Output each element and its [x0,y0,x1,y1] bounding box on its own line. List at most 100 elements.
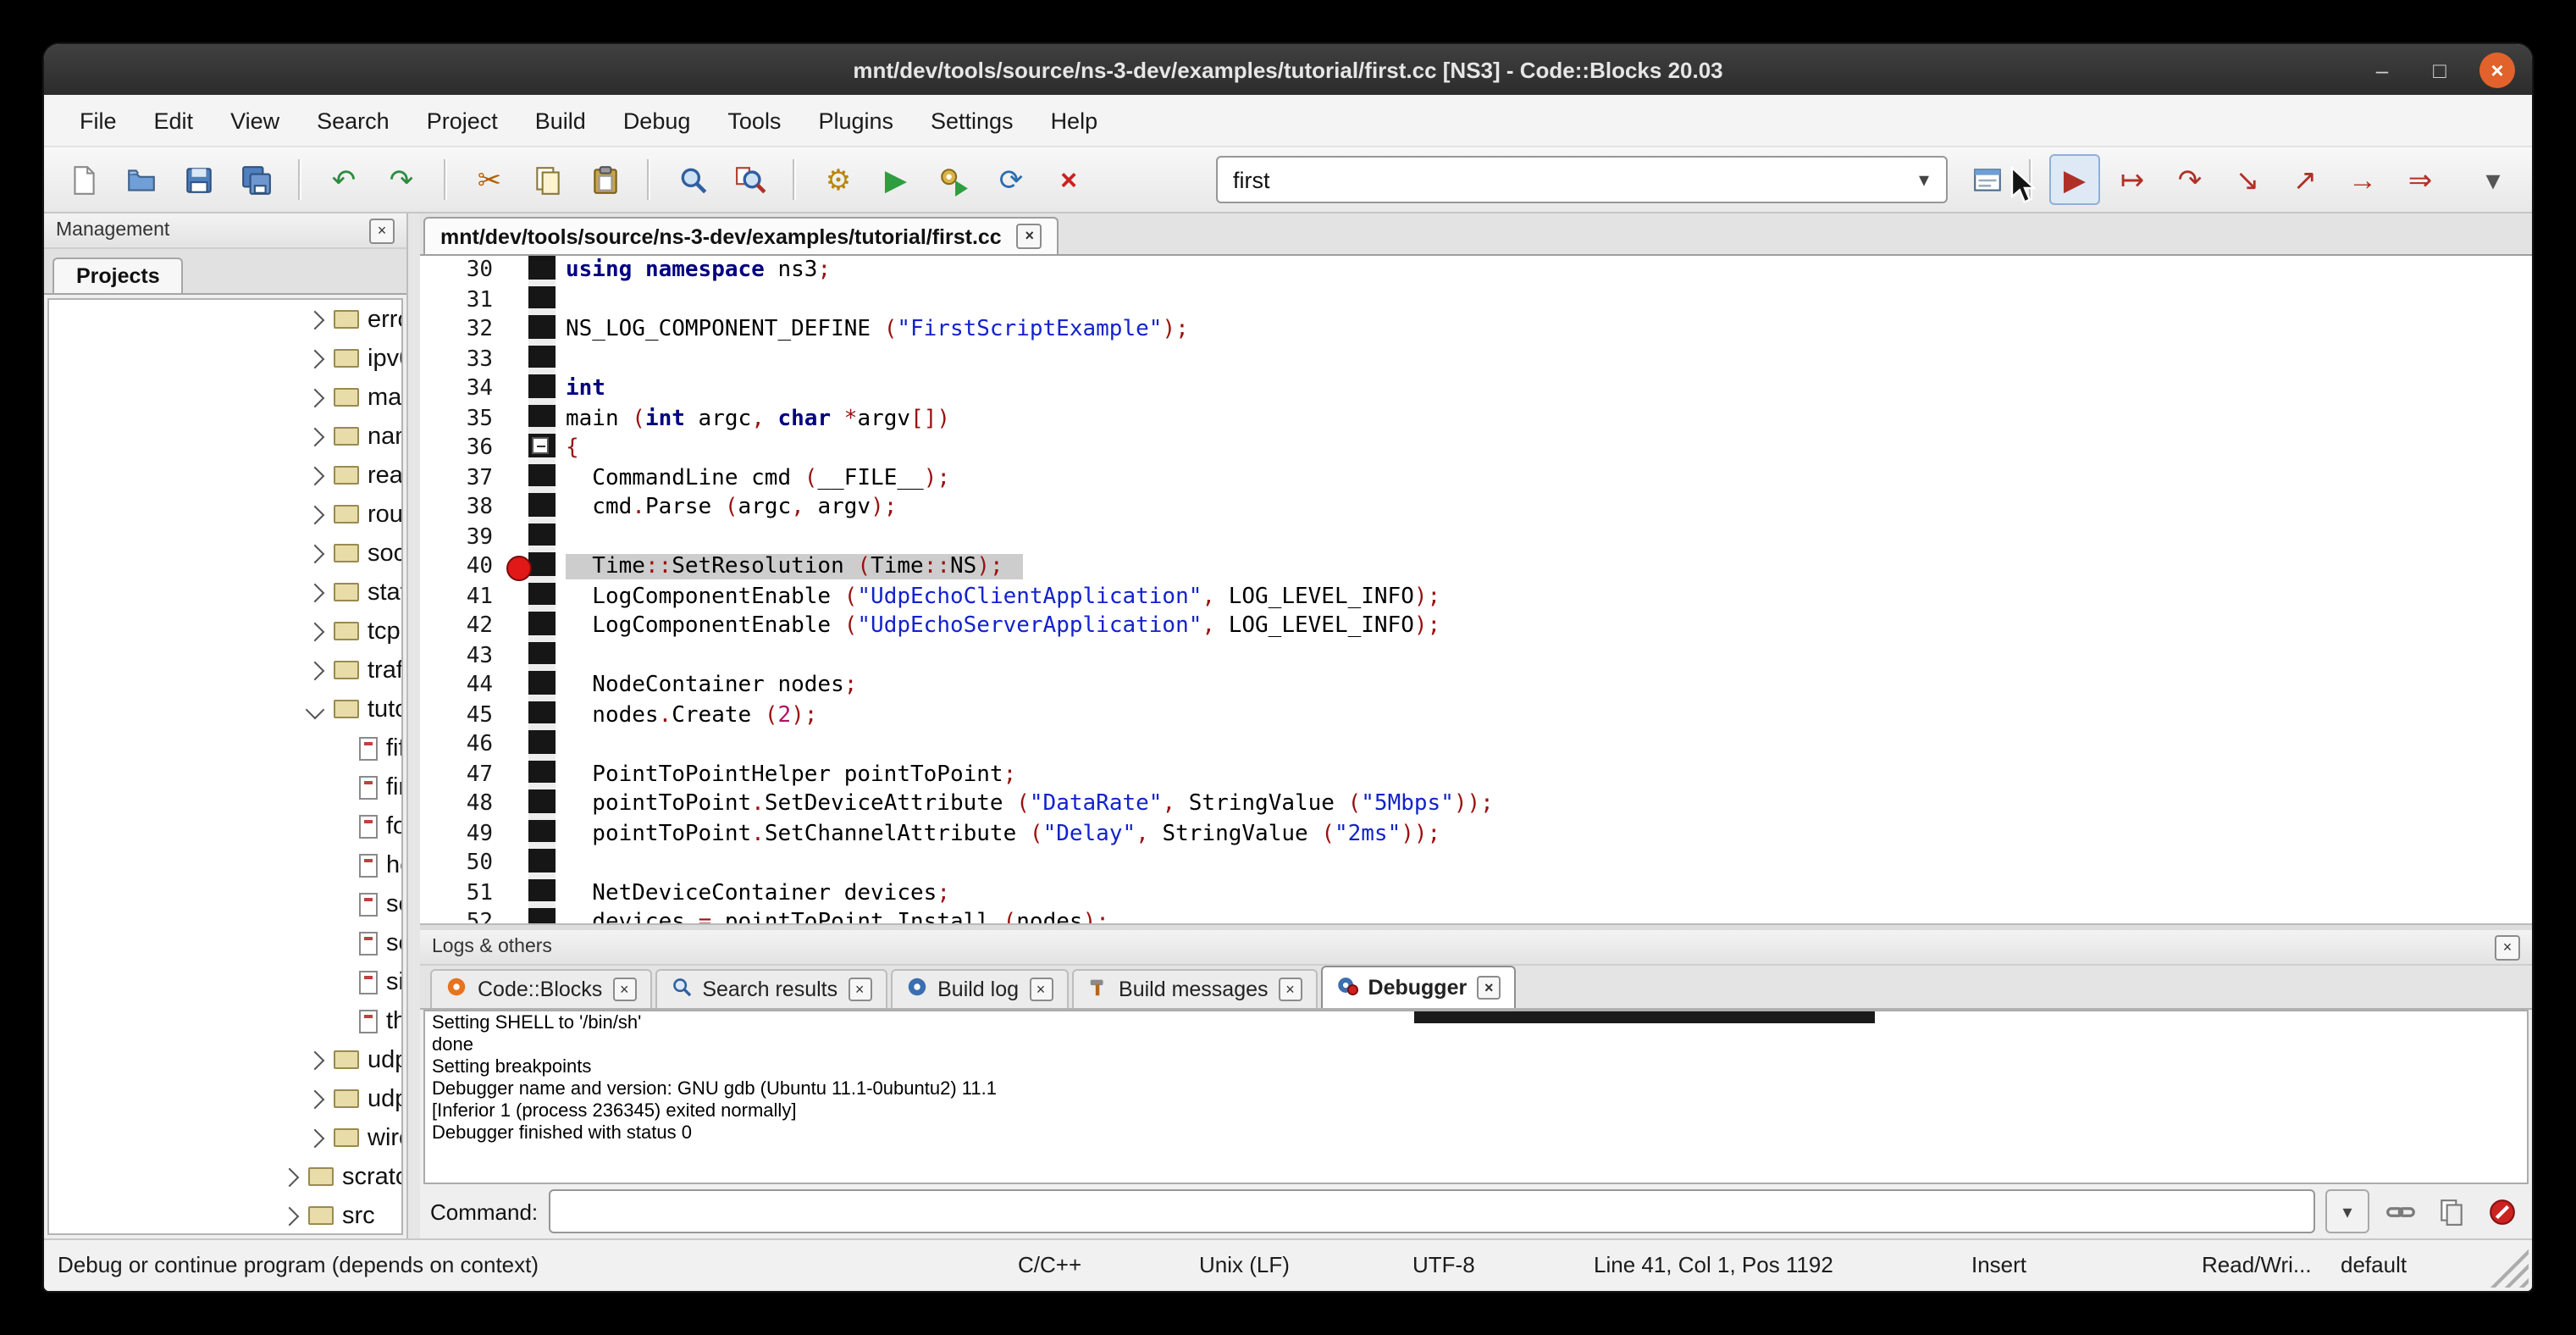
build-and-run-button[interactable] [928,154,979,205]
incremental-search-button[interactable] [1961,154,2012,205]
code-line-51[interactable]: 51 NetDeviceContainer devices; [420,878,2532,908]
code-line-48[interactable]: 48 pointToPoint.SetDeviceAttribute ("Dat… [420,789,2532,819]
step-into-instruction-button[interactable]: ⇒ [2395,154,2446,205]
code-line-40[interactable]: 40 Time::SetResolution (Time::NS); [420,552,2532,582]
save-all-button[interactable] [230,154,281,205]
editor-margin[interactable] [528,730,556,760]
code-line-43[interactable]: 43 [420,641,2532,671]
chevron-collapsed-icon[interactable] [306,427,325,446]
save-button[interactable] [173,154,224,205]
code-line-42[interactable]: 42 LogComponentEnable ("UdpEchoServerApp… [420,612,2532,641]
code-line-37[interactable]: 37 CommandLine cmd (__FILE__); [420,463,2532,493]
close-button[interactable]: × [2479,52,2515,87]
menu-debug[interactable]: Debug [605,108,710,133]
log-tab-close-icon[interactable]: × [1477,976,1501,1000]
code-line-49[interactable]: 49 pointToPoint.SetChannelAttribute ("De… [420,819,2532,849]
vertical-splitter[interactable] [408,213,420,1238]
rebuild-button[interactable]: ⟳ [986,154,1036,205]
code-line-36[interactable]: 36{ [420,434,2532,463]
tree-item-ipv6[interactable]: ipv6 [49,339,401,378]
code-line-50[interactable]: 50 [420,849,2532,878]
editor-margin[interactable] [528,404,556,434]
editor-margin[interactable] [528,434,556,463]
log-tab-close-icon[interactable]: × [848,978,871,1001]
code-line-35[interactable]: 35main (int argc, char *argv[]) [420,404,2532,434]
log-tab-close-icon[interactable]: × [612,978,636,1001]
chevron-collapsed-icon[interactable] [306,622,325,641]
tree-item-rout[interactable]: rout [49,495,401,534]
tree-item-wire[interactable]: wire [49,1118,401,1157]
chevron-collapsed-icon[interactable] [306,466,325,485]
editor-margin[interactable] [528,760,556,789]
tree-item-erro[interactable]: erro [49,300,401,339]
editor-margin[interactable] [528,345,556,374]
link-icon[interactable] [2380,1191,2420,1232]
tree-item-src[interactable]: src [49,1196,401,1235]
log-tab-close-icon[interactable]: × [1279,978,1302,1001]
chevron-expanded-icon[interactable] [306,700,325,719]
tree-item-udp[interactable]: udp [49,1040,401,1079]
menu-tools[interactable]: Tools [709,108,799,133]
resize-grip[interactable] [2488,1247,2529,1288]
chevron-collapsed-icon[interactable] [306,661,325,680]
fold-marker-icon[interactable] [532,437,549,454]
menu-project[interactable]: Project [408,108,517,133]
chevron-down-icon[interactable]: ▾ [1902,168,1946,191]
tree-item-se[interactable]: se [49,923,401,962]
chevron-collapsed-icon[interactable] [306,1089,325,1109]
log-tab-search-results[interactable]: Search results× [655,969,887,1008]
code-line-33[interactable]: 33 [420,345,2532,374]
tree-item-six[interactable]: six [49,962,401,1001]
editor-margin[interactable] [528,878,556,908]
undo-button[interactable]: ↶ [318,154,369,205]
code-line-34[interactable]: 34int [420,374,2532,404]
tree-item-sock[interactable]: sock [49,534,401,573]
code-line-46[interactable]: 46 [420,730,2532,760]
editor-margin[interactable] [528,285,556,315]
code-editor[interactable]: 30using namespace ns3;3132NS_LOG_COMPONE… [420,256,2532,923]
chevron-collapsed-icon[interactable] [280,1206,300,1226]
editor-margin[interactable] [528,493,556,523]
menu-help[interactable]: Help [1032,108,1117,133]
new-file-button[interactable] [58,154,108,205]
toolbar-overflow-button[interactable]: ▾ [2468,154,2518,205]
editor-margin[interactable] [528,701,556,730]
editor-margin[interactable] [528,908,556,923]
maximize-button[interactable]: □ [2422,52,2457,87]
editor-margin[interactable] [528,612,556,641]
code-line-39[interactable]: 39 [420,523,2532,552]
debugger-command-input[interactable] [548,1189,2315,1233]
editor-margin[interactable] [528,256,556,285]
chevron-collapsed-icon[interactable] [306,388,325,407]
find-in-files-button[interactable] [725,154,776,205]
run-button[interactable]: ▶ [871,154,921,205]
editor-margin[interactable] [528,315,556,345]
debug-continue-button[interactable]: ▶ [2049,154,2100,205]
code-line-31[interactable]: 31 [420,285,2532,315]
code-line-32[interactable]: 32NS_LOG_COMPONENT_DEFINE ("FirstScriptE… [420,315,2532,345]
log-tab-close-icon[interactable]: × [1029,978,1053,1001]
tree-item-fo[interactable]: fo [49,806,401,845]
code-line-38[interactable]: 38 cmd.Parse (argc, argv); [420,493,2532,523]
editor-margin[interactable] [528,374,556,404]
menu-search[interactable]: Search [298,108,408,133]
menu-edit[interactable]: Edit [135,108,213,133]
cut-button[interactable]: ✂ [464,154,515,205]
titlebar[interactable]: mnt/dev/tools/source/ns-3-dev/examples/t… [44,44,2532,95]
tree-item-mat[interactable]: mat [49,378,401,417]
menu-build[interactable]: Build [517,108,605,133]
log-tab-build-messages[interactable]: Build messages× [1071,969,1318,1008]
paste-button[interactable] [579,154,630,205]
chevron-collapsed-icon[interactable] [306,1050,325,1070]
log-tab-build-log[interactable]: Build log× [890,969,1068,1008]
chevron-collapsed-icon[interactable] [306,505,325,524]
chevron-collapsed-icon[interactable] [306,544,325,563]
editor-margin[interactable] [528,582,556,612]
tree-item-fif[interactable]: fif [49,728,401,767]
logs-close-icon[interactable]: × [2495,934,2520,960]
editor-margin[interactable] [528,819,556,849]
run-to-cursor-button[interactable]: ↦ [2107,154,2158,205]
tree-item-he[interactable]: he [49,845,401,884]
command-history-dropdown[interactable]: ▾ [2325,1189,2369,1233]
editor-margin[interactable] [528,552,556,582]
